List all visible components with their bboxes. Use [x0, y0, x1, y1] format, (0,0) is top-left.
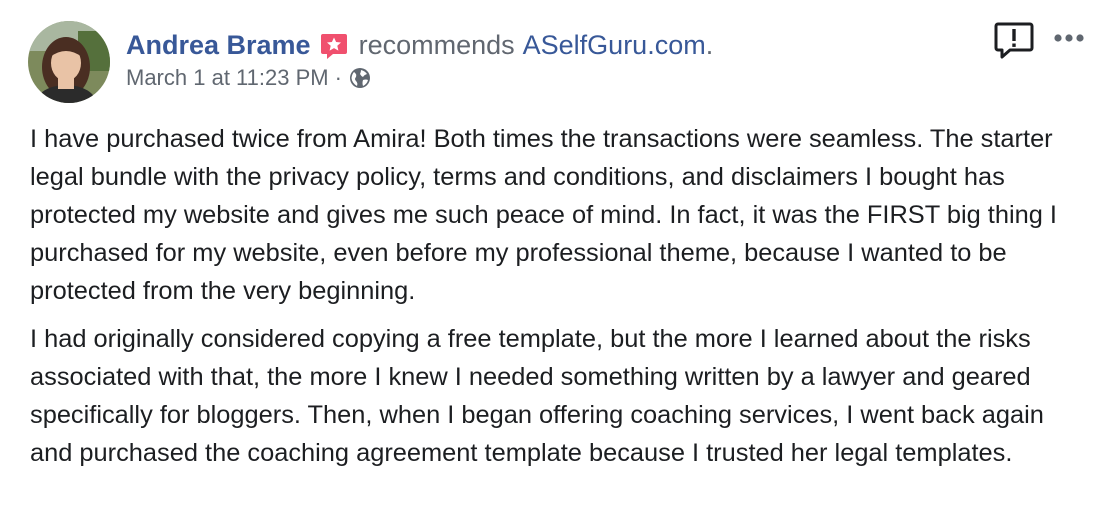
action-text: recommends — [358, 30, 515, 60]
more-options-icon[interactable] — [1052, 26, 1086, 50]
post-meta: Andrea Brame recommends ASelfGuru.com . … — [126, 28, 713, 92]
globe-icon[interactable] — [348, 66, 372, 90]
post-subline: March 1 at 11:23 PM · — [126, 64, 713, 92]
post-paragraph: I had originally considered copying a fr… — [30, 325, 1044, 467]
recommendation-post: Andrea Brame recommends ASelfGuru.com . … — [0, 0, 1094, 516]
action-suffix: . — [705, 30, 714, 60]
post-body: I have purchased twice from Amira! Both … — [30, 120, 1080, 482]
post-paragraph: I have purchased twice from Amira! Both … — [30, 125, 1057, 305]
separator: · — [334, 65, 342, 90]
post-headline: Andrea Brame recommends ASelfGuru.com . — [126, 28, 713, 62]
avatar[interactable] — [28, 21, 110, 103]
page-link[interactable]: ASelfGuru.com — [523, 28, 706, 62]
star-badge-icon — [319, 31, 349, 61]
report-icon[interactable] — [994, 21, 1034, 61]
author-name[interactable]: Andrea Brame — [126, 28, 311, 62]
post-header: Andrea Brame recommends ASelfGuru.com . … — [28, 20, 713, 104]
timestamp[interactable]: March 1 at 11:23 PM — [126, 64, 329, 92]
